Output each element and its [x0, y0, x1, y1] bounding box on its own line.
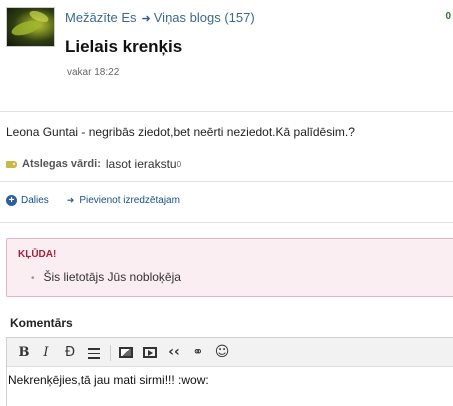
image-button[interactable] — [117, 344, 135, 361]
bold-button[interactable]: B — [15, 344, 33, 361]
tag-icon — [6, 160, 17, 168]
keywords-label: Atslegas vārdi: — [22, 158, 101, 170]
divider — [0, 222, 453, 223]
link-button[interactable]: ⚭ — [189, 344, 207, 361]
keyword-link[interactable]: lasot ierakstu — [106, 157, 177, 171]
align-button[interactable] — [85, 344, 103, 361]
error-message-item: • Šis lietotājs Jūs nobloķēja — [31, 270, 181, 284]
comment-label: Komentārs — [10, 316, 73, 330]
editor-toolbar: B I Ð ‹‹ ⚭ ☺ — [7, 338, 453, 367]
divider — [0, 181, 453, 182]
smiley-button[interactable]: ☺ — [213, 344, 231, 361]
add-favorite-link[interactable]: Pievienot izredzētajam — [79, 195, 180, 206]
divider — [0, 111, 453, 112]
video-button[interactable] — [141, 344, 159, 361]
error-title: KĻŪDA! — [18, 249, 57, 260]
post-title: Lielais krenķis — [65, 37, 183, 56]
comment-editor[interactable]: B I Ð ‹‹ ⚭ ☺ Nekrenķējies,tā jau mati si… — [6, 337, 453, 406]
comment-textarea[interactable]: Nekrenķējies,tā jau mati sirmi!!! :wow: — [7, 367, 453, 393]
avatar[interactable] — [6, 7, 55, 47]
link-icon: ⚭ — [192, 345, 204, 360]
share-link[interactable]: Dalies — [21, 195, 49, 206]
arrow-right-icon: ➜ — [141, 13, 151, 25]
align-line — [88, 357, 100, 359]
italic-button[interactable]: I — [37, 344, 55, 361]
strikethrough-button[interactable]: Ð — [61, 344, 79, 361]
post-time: vakar 18:22 — [67, 67, 120, 78]
post-body: Leona Guntai - negribās ziedot,bet neērt… — [6, 125, 355, 139]
post-actions: + Dalies ➜ Pievienot izredzētajam — [6, 195, 180, 206]
blog-link[interactable]: Viņas blogs (157) — [154, 10, 255, 25]
author-name-link[interactable]: Mežāzīte Es — [65, 10, 137, 25]
toolbar-separator — [110, 345, 111, 361]
arrow-right-icon: ➜ — [66, 195, 75, 205]
error-message: Šis lietotājs Jūs nobloķēja — [43, 270, 181, 284]
author-line: Mežāzīte Es ➜ Viņas blogs (157) — [65, 10, 255, 25]
video-icon — [143, 347, 157, 358]
align-line — [88, 348, 100, 350]
quote-button[interactable]: ‹‹ — [165, 344, 183, 361]
share-plus-icon[interactable]: + — [6, 195, 17, 206]
bullet-icon: • — [31, 273, 35, 284]
corner-count: 0 — [445, 11, 451, 22]
keywords-row: Atslegas vārdi: lasot ierakstu 0 — [6, 157, 181, 171]
align-line — [88, 352, 100, 354]
error-box: KĻŪDA! • Šis lietotājs Jūs nobloķēja — [6, 238, 453, 297]
keyword-count: 0 — [176, 159, 182, 169]
image-icon — [119, 347, 133, 358]
smiley-icon: ☺ — [214, 344, 230, 360]
